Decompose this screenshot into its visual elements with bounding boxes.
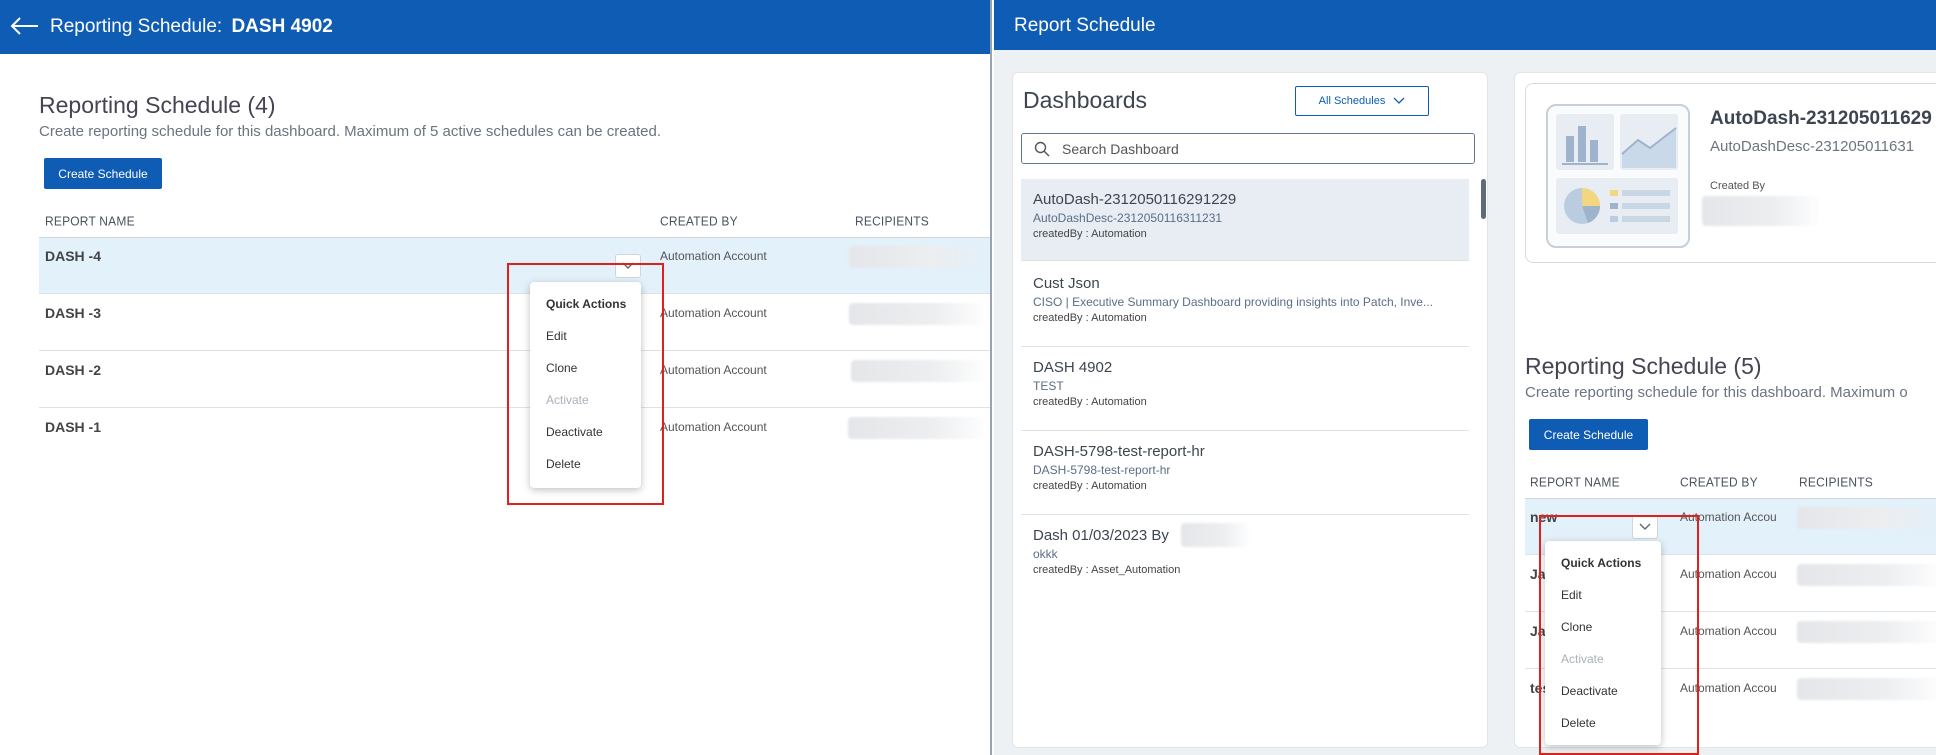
column-header-created-by[interactable]: CREATED BY [660,213,738,228]
dashboard-thumbnail-icon [1546,104,1690,248]
created-by: Automation Account [660,249,767,263]
recipients-redacted [1797,678,1936,700]
section-subtitle: Create reporting schedule for this dashb… [39,123,662,140]
chevron-down-icon [1393,97,1405,104]
dashboard-title: Dash 01/03/2023 By [1033,527,1169,544]
right-header-bar: Report Schedule [994,0,1936,50]
filter-label: All Schedules [1318,95,1386,107]
recipients-redacted [848,417,989,439]
section-title: Reporting Schedule (4) [39,92,276,118]
dashboards-title: Dashboards [1023,87,1148,113]
create-schedule-button[interactable]: Create Schedule [44,158,162,189]
recipients-redacted [849,303,989,325]
dashboard-desc: CISO | Executive Summary Dashboard provi… [1033,295,1433,309]
dashboard-created-by: createdBy : Automation [1033,312,1147,324]
left-header-bar: Reporting Schedule: DASH 4902 [0,0,990,54]
dashboard-title: AutoDash-2312050116291229 [1033,191,1237,208]
created-by: Automation Account [660,420,767,434]
column-header-recipients[interactable]: RECIPIENTS [855,213,929,228]
recipients-redacted [849,246,989,268]
column-header-recipients[interactable]: RECIPIENTS [1799,474,1873,489]
recipients-redacted [1797,621,1936,643]
schedule-filter-dropdown[interactable]: All Schedules [1295,86,1429,116]
report-schedule-title: Report Schedule [1014,15,1156,36]
dashboard-desc: AutoDashDesc-2312050116311231 [1033,211,1223,225]
created-by: Automation Account [660,363,767,377]
dashboard-created-by: createdBy : Automation [1033,228,1147,240]
page-title: Reporting Schedule: DASH 4902 [50,16,333,38]
dashboards-card: Dashboards All Schedules Search Dashboar… [1012,72,1488,748]
back-arrow-icon[interactable] [8,14,40,38]
dashboard-created-by: createdBy : Asset_Automation [1033,564,1181,576]
create-schedule-button[interactable]: Create Schedule [1529,419,1648,450]
column-header-created-by[interactable]: CREATED BY [1680,474,1758,489]
detail-created-by-redacted [1702,196,1822,226]
search-placeholder: Search Dashboard [1062,141,1179,157]
dashboard-title: Cust Json [1033,275,1100,292]
report-name: DASH -2 [45,362,102,378]
report-name: DASH -3 [45,305,102,321]
annotation-highlight-box [507,263,664,505]
recipients-redacted [1797,507,1936,529]
column-header-report-name[interactable]: REPORT NAME [1530,474,1620,489]
page-title-label: Reporting Schedule: [50,16,223,37]
dashboard-list-item[interactable]: AutoDash-2312050116291229 AutoDashDesc-2… [1021,179,1469,261]
column-header-report-name[interactable]: REPORT NAME [45,213,135,228]
detail-title: AutoDash-231205011629 [1710,108,1932,129]
detail-desc: AutoDashDesc-231205011631 [1710,138,1915,155]
dashboard-desc: okkk [1033,547,1058,561]
recipients-redacted [1797,564,1936,586]
dashboard-created-by: createdBy : Automation [1033,480,1147,492]
dashboard-desc: TEST [1033,379,1064,393]
dashboard-thumbnail-graphic [1556,114,1678,234]
list-scrollbar[interactable] [1481,179,1486,219]
schedule-card: AutoDash-231205011629 AutoDashDesc-23120… [1514,72,1936,755]
dashboard-title-redacted [1181,523,1251,547]
report-name: DASH -1 [45,419,102,435]
dashboard-list-item[interactable]: DASH 4902 TEST createdBy : Automation [1021,347,1469,431]
dashboard-list-item[interactable]: Dash 01/03/2023 By okkk createdBy : Asse… [1021,515,1469,599]
annotation-highlight-box [1539,515,1699,755]
dashboard-title: DASH-5798-test-report-hr [1033,443,1205,460]
report-name: DASH -4 [45,248,102,264]
search-icon [1034,141,1050,157]
dashboard-desc: DASH-5798-test-report-hr [1033,463,1171,477]
section-subtitle: Create reporting schedule for this dashb… [1525,384,1908,401]
dashboard-created-by: createdBy : Automation [1033,396,1147,408]
left-panel: Reporting Schedule: DASH 4902 Reporting … [0,0,992,755]
dashboard-list-item[interactable]: DASH-5798-test-report-hr DASH-5798-test-… [1021,431,1469,515]
section-title: Reporting Schedule (5) [1525,353,1762,379]
page-title-dashboard: DASH 4902 [231,16,333,37]
dashboard-detail-card: AutoDash-231205011629 AutoDashDesc-23120… [1525,83,1936,263]
search-input[interactable]: Search Dashboard [1021,133,1475,164]
recipients-redacted [851,360,989,382]
detail-created-by-label: Created By [1710,180,1766,192]
dashboard-title: DASH 4902 [1033,359,1113,376]
right-panel: Report Schedule Dashboards All Schedules… [994,0,1936,755]
dashboard-list-item[interactable]: Cust Json CISO | Executive Summary Dashb… [1021,263,1469,347]
created-by: Automation Account [660,306,767,320]
